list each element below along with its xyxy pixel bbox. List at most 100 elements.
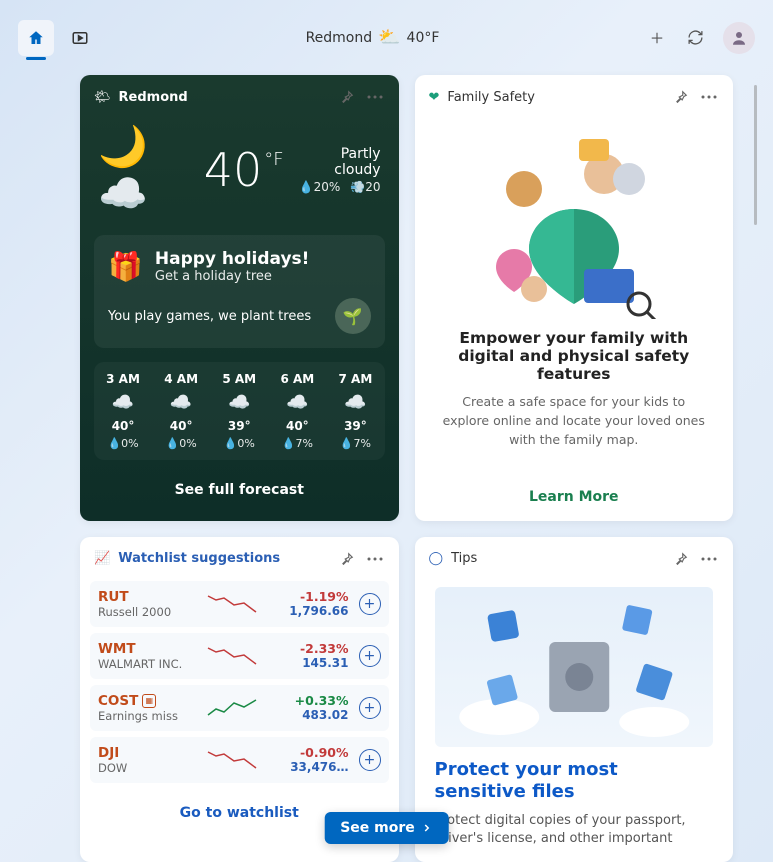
stock-name: Russell 2000 [98,605,196,619]
more-button[interactable] [365,549,385,569]
tips-desc: Protect digital copies of your passport,… [435,812,714,848]
stock-pct: -0.90% [290,745,348,760]
add-stock-button[interactable]: + [359,593,381,615]
pin-button[interactable] [337,549,357,569]
topbar-weather[interactable]: Redmond ⛅ 40°F [110,27,635,48]
stock-price: 483.02 [295,708,349,722]
stock-ticker: COST▦ [98,693,196,709]
widget-board: 🌤 Redmond 🌙☁️ 40°F Partly cloudy 💧20% 💨2… [80,75,743,862]
hour-precip: 💧7% [326,437,384,450]
more-button[interactable] [365,87,385,107]
scrollbar[interactable] [754,85,757,225]
see-more-button[interactable]: See more [324,812,449,844]
pin-button[interactable] [337,87,357,107]
stock-name: Earnings miss [98,709,196,723]
more-icon [367,557,383,561]
stock-list: RUT Russell 2000 -1.19% 1,796.66 + WMT W… [80,581,399,793]
holiday-promo[interactable]: 🎁 Happy holidays! Get a holiday tree You… [94,235,385,348]
hour-time: 3 AM [94,372,152,386]
stock-ticker: WMT [98,641,196,657]
stock-ticker: RUT [98,589,196,605]
add-stock-button[interactable]: + [359,645,381,667]
hour-precip: 💧7% [268,437,326,450]
more-icon [701,557,717,561]
sparkline [206,591,260,617]
watchlist-title: Watchlist suggestions [118,551,280,566]
heart-icon: ❤ [429,90,440,105]
play-box-icon [71,29,89,47]
see-more-label: See more [340,820,415,836]
sun-cloud-icon: ⛅ [378,27,400,48]
tips-illustration [435,587,714,747]
gift-icon: 🎁 [108,250,143,283]
stock-price: 1,796.66 [289,604,348,618]
hour-time: 7 AM [326,372,384,386]
weather-card[interactable]: 🌤 Redmond 🌙☁️ 40°F Partly cloudy 💧20% 💨2… [80,75,399,521]
hourly-forecast: 3 AM ☁️ 40° 💧0%4 AM ☁️ 40° 💧0%5 AM ☁️ 39… [94,362,385,460]
add-button[interactable] [647,28,667,48]
precip-chance: 💧20% [299,180,341,194]
hour-temp: 39° [210,419,268,433]
stock-row[interactable]: DJI DOW -0.90% 33,476… + [90,737,389,783]
promo-line: You play games, we plant trees [108,309,311,324]
weather-title: Redmond [119,90,188,105]
family-safety-card[interactable]: ❤ Family Safety [415,75,734,521]
stock-row[interactable]: WMT WALMART INC. -2.33% 145.31 + [90,633,389,679]
promo-sub: Get a holiday tree [155,269,310,284]
topbar-location: Redmond [306,30,373,46]
more-button[interactable] [699,549,719,569]
home-icon [27,29,45,47]
tips-header: ◯ Tips [415,537,734,581]
learn-more-link[interactable]: Learn More [415,473,734,521]
hour-cell[interactable]: 6 AM ☁️ 40° 💧7% [268,372,326,450]
hour-time: 4 AM [152,372,210,386]
refresh-icon [687,29,704,46]
refresh-button[interactable] [685,28,705,48]
hour-cell[interactable]: 5 AM ☁️ 39° 💧0% [210,372,268,450]
sun-icon: 🌤 [94,90,111,105]
hour-cell[interactable]: 4 AM ☁️ 40° 💧0% [152,372,210,450]
more-button[interactable] [699,87,719,107]
cloud-icon: ☁️ [152,392,210,413]
topbar-actions [647,22,755,54]
add-stock-button[interactable]: + [359,697,381,719]
pin-button[interactable] [671,549,691,569]
add-stock-button[interactable]: + [359,749,381,771]
cloud-icon: ☁️ [268,392,326,413]
hour-cell[interactable]: 3 AM ☁️ 40° 💧0% [94,372,152,450]
stock-name: DOW [98,761,196,775]
weather-header: 🌤 Redmond [80,75,399,119]
family-header: ❤ Family Safety [415,75,734,119]
hour-temp: 39° [326,419,384,433]
stock-pct: -1.19% [289,589,348,604]
hour-time: 5 AM [210,372,268,386]
hour-cell[interactable]: 7 AM ☁️ 39° 💧7% [326,372,384,450]
stock-row[interactable]: RUT Russell 2000 -1.19% 1,796.66 + [90,581,389,627]
hour-time: 6 AM [268,372,326,386]
tips-card[interactable]: ◯ Tips [415,537,734,862]
current-temp: 40 [204,143,263,197]
stock-row[interactable]: COST▦ Earnings miss +0.33% 483.02 + [90,685,389,731]
cloud-icon: ☁️ [94,392,152,413]
more-icon [367,95,383,99]
profile-button[interactable] [723,22,755,54]
stock-pct: -2.33% [300,641,349,656]
pin-icon [340,552,354,566]
tree-icon: 🌱 [335,298,371,334]
pin-icon [674,90,688,104]
promo-title: Happy holidays! [155,249,310,269]
family-illustration [484,129,664,319]
tips-title: Tips [451,551,477,566]
current-weather: 🌙☁️ 40°F Partly cloudy 💧20% 💨20 [80,119,399,229]
home-tab[interactable] [18,20,54,56]
stock-pct: +0.33% [295,693,349,708]
hour-precip: 💧0% [94,437,152,450]
video-tab[interactable] [62,20,98,56]
more-icon [701,95,717,99]
family-title: Family Safety [447,90,535,105]
condition-text: Partly cloudy [294,146,381,178]
see-forecast-link[interactable]: See full forecast [80,468,399,512]
watchlist-header: 📈 Watchlist suggestions [80,537,399,581]
pin-button[interactable] [671,87,691,107]
earnings-badge: ▦ [142,694,156,708]
